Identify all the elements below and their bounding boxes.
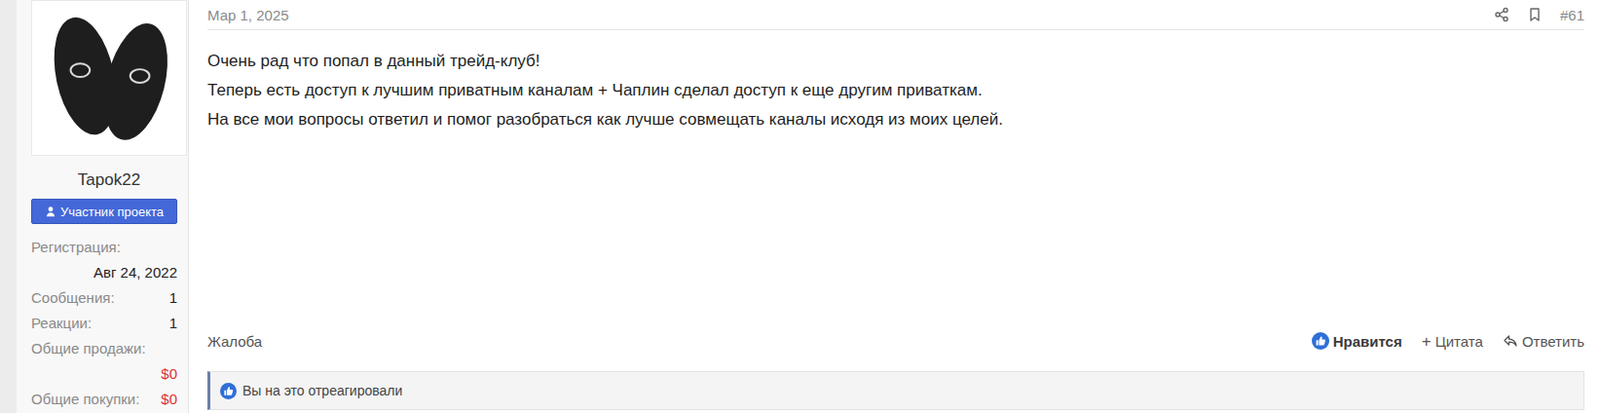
action-label: Ответить <box>1522 333 1585 350</box>
stat-row: Общие покупки: $0 <box>31 386 178 412</box>
post-date[interactable]: Мар 1, 2025 <box>207 6 290 24</box>
quote-button[interactable]: +Цитата <box>1421 333 1484 350</box>
like-button[interactable]: Нравится <box>1311 332 1403 350</box>
stat-label: Сообщения: <box>31 285 115 311</box>
person-icon <box>44 205 57 218</box>
bookmark-icon[interactable] <box>1526 6 1543 23</box>
reply-icon <box>1502 333 1519 349</box>
post-footer: Жалоба Нравится +Цитата Ответить <box>207 323 1585 359</box>
user-stats: Регистрация:Авг 24, 2022Сообщения:1Реакц… <box>31 234 178 412</box>
stat-label: Общие продажи: <box>31 335 178 362</box>
post-tools: #61 <box>1493 6 1585 24</box>
action-label: Цитата <box>1435 333 1484 350</box>
stat-label: Реакции: <box>31 310 92 336</box>
stat-label: Общие покупки: <box>31 386 140 412</box>
report-link[interactable]: Жалоба <box>207 333 262 350</box>
post-line: Очень рад что попал в данный трейд-клуб! <box>207 46 1585 76</box>
user-panel: Tapok22 Участник проекта Регистрация:Авг 2… <box>16 0 189 413</box>
post-line: На все мои вопросы ответил и помог разоб… <box>207 105 1585 135</box>
action-label: Нравится <box>1333 333 1403 350</box>
stat-row: Реакции: 1 <box>31 310 178 336</box>
stat-value: $0 <box>31 361 178 387</box>
user-badge: Участник проекта <box>31 198 178 224</box>
forum-post-page: Tapok22 Участник проекта Регистрация:Авг 2… <box>0 0 1600 413</box>
stat-row: Регистрация:Авг 24, 2022 <box>31 234 178 286</box>
thumbs-up-icon <box>220 382 237 400</box>
post-number[interactable]: #61 <box>1560 6 1585 24</box>
stat-row: Общие продажи:$0 <box>31 335 178 387</box>
share-icon[interactable] <box>1493 6 1510 23</box>
thumbs-up-icon <box>1311 332 1330 350</box>
stat-label: Регистрация: <box>31 234 178 261</box>
reaction-bar[interactable]: Вы на это отреагировали <box>207 371 1585 410</box>
post-body: Очень рад что попал в данный трейд-клуб!… <box>207 30 1585 324</box>
badge-label: Участник проекта <box>60 204 164 220</box>
post-header: Мар 1, 2025 #61 <box>207 0 1585 31</box>
stat-value: Авг 24, 2022 <box>31 260 178 286</box>
post-line: Теперь есть доступ к лучшим приватным ка… <box>207 75 1585 106</box>
avatar-slippers-icon <box>32 0 187 155</box>
plus-icon: + <box>1421 333 1432 350</box>
post-actions: Нравится +Цитата Ответить <box>1311 332 1585 350</box>
avatar[interactable] <box>31 0 187 156</box>
stat-value: 1 <box>169 310 178 336</box>
stat-value: $0 <box>160 386 178 412</box>
page-gutter <box>0 0 17 413</box>
user-info: Участник проекта Регистрация:Авг 24, 2022… <box>31 198 178 412</box>
stat-value: 1 <box>169 285 178 311</box>
reply-button[interactable]: Ответить <box>1502 333 1585 350</box>
reaction-text: Вы на это отреагировали <box>242 382 403 399</box>
username[interactable]: Tapok22 <box>31 169 187 191</box>
post: Мар 1, 2025 #61 Очень рад что попал в данн… <box>188 0 1600 413</box>
stat-row: Сообщения: 1 <box>31 285 178 311</box>
